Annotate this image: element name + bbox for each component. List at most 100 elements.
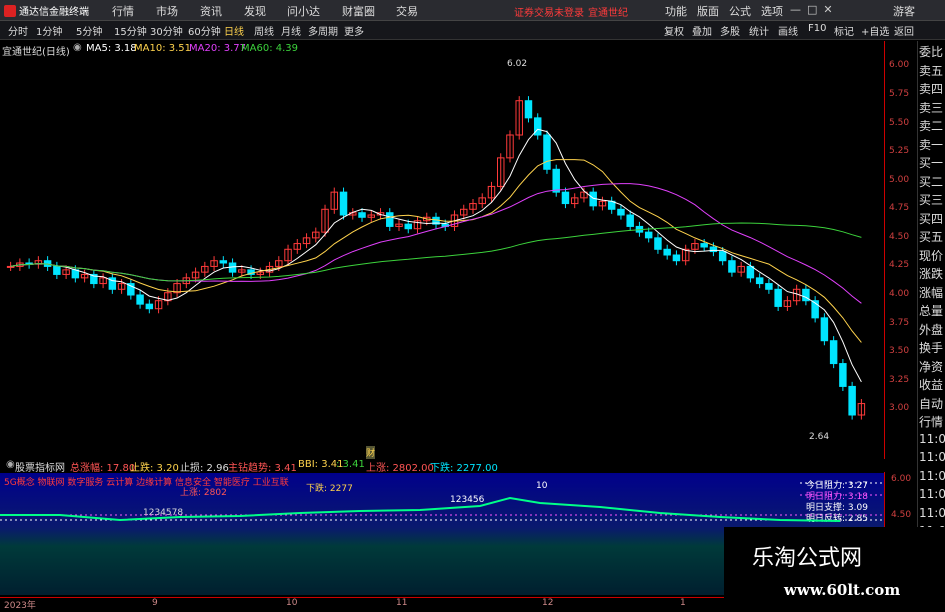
menu-item-行情[interactable]: 行情 — [112, 3, 134, 19]
sub-down: 下跌: 2277.00 — [430, 463, 498, 474]
quote-label[interactable]: 买三 — [919, 191, 943, 208]
quote-label[interactable]: 总量 — [919, 302, 943, 319]
menu-item-市场[interactable]: 市场 — [156, 3, 178, 19]
quote-label[interactable]: 买二 — [919, 173, 943, 190]
quote-label[interactable]: 自动 — [919, 395, 943, 412]
sub-menu-icon[interactable]: ◉ — [6, 459, 15, 470]
quote-label[interactable]: 涨幅 — [919, 284, 943, 301]
quote-label[interactable]: 11:0 — [919, 432, 945, 446]
sub-line — [0, 496, 841, 522]
menu-item-资讯[interactable]: 资讯 — [200, 3, 222, 19]
candle-body — [617, 208, 625, 216]
candle-body — [219, 260, 228, 264]
tool-button-多股[interactable]: 多股 — [720, 23, 740, 38]
quote-label[interactable]: 净资 — [919, 358, 943, 375]
menu-item-公式[interactable]: 公式 — [729, 3, 751, 19]
period-button-分时[interactable]: 分时 — [8, 23, 28, 38]
menu-item-版面[interactable]: 版面 — [697, 3, 719, 19]
indicator-info-line: 宜通世纪(日线) ◉ MA5: 3.18 MA10: 3.51 MA20: 3.… — [0, 41, 915, 58]
tool-button-统计[interactable]: 统计 — [749, 23, 769, 38]
close-icon[interactable]: ✕ — [823, 3, 832, 17]
period-button-日线[interactable]: 日线 — [224, 23, 244, 38]
tool-button-标记[interactable]: 标记 — [834, 23, 854, 38]
quote-label[interactable]: 卖三 — [919, 99, 943, 116]
minimize-icon[interactable]: — — [790, 3, 801, 17]
tool-button-F10[interactable]: F10 — [808, 23, 826, 34]
stock-link[interactable]: 宜通世纪 — [588, 4, 628, 19]
tool-button-叠加[interactable]: 叠加 — [692, 23, 712, 38]
sub-tick-600: 6.00 — [891, 474, 912, 484]
period-button-60分钟[interactable]: 60分钟 — [188, 23, 221, 38]
finance-marker[interactable]: 财 — [366, 446, 376, 459]
period-button-更多[interactable]: 更多 — [344, 23, 364, 38]
menu-item-财富圈[interactable]: 财富圈 — [342, 3, 375, 19]
ma-lines-group — [10, 128, 862, 383]
sub-indicator-bar: ◉ 股票指标网 总涨幅: 17.80 止跌: 3.20 止损: 2.96 主钻趋… — [0, 459, 917, 474]
candlestick-chart[interactable] — [0, 55, 886, 455]
quote-label[interactable]: 卖四 — [919, 80, 943, 97]
candle-body — [829, 340, 838, 365]
price-tick: 6.00 — [889, 60, 910, 71]
quote-label[interactable]: 卖二 — [919, 117, 943, 134]
axis-divider — [884, 41, 885, 597]
candle-body — [404, 223, 412, 230]
date-label: 1 — [680, 598, 686, 608]
price-tick: 4.25 — [889, 260, 910, 271]
maximize-icon[interactable]: □ — [807, 3, 817, 17]
period-button-多周期[interactable]: 多周期 — [308, 23, 338, 38]
quote-label[interactable]: 涨跌 — [919, 265, 943, 282]
candle-body — [524, 100, 533, 119]
settings-icon[interactable]: ◉ — [73, 42, 82, 53]
quote-label[interactable]: 换手 — [919, 339, 943, 356]
tool-button-复权[interactable]: 复权 — [664, 23, 684, 38]
date-label: 9 — [152, 598, 158, 608]
quote-label[interactable]: 委比 — [919, 43, 943, 60]
candle-body — [839, 363, 847, 387]
watermark-title: 乐淘公式网 — [752, 546, 863, 571]
sub-title[interactable]: 股票指标网 — [15, 459, 65, 474]
quote-label[interactable]: 买五 — [919, 228, 943, 245]
menu-item-发现[interactable]: 发现 — [244, 3, 266, 19]
quote-label[interactable]: 外盘 — [919, 321, 943, 338]
guest-label[interactable]: 游客 — [893, 3, 915, 19]
app-logo: 通达信金融终端 — [4, 3, 94, 18]
period-button-1分钟[interactable]: 1分钟 — [36, 23, 62, 38]
tool-button-画线[interactable]: 画线 — [778, 23, 798, 38]
quote-label[interactable]: 11:0 — [919, 506, 945, 520]
logo-icon — [4, 4, 16, 17]
quote-label[interactable]: 卖五 — [919, 62, 943, 79]
menu-item-交易[interactable]: 交易 — [396, 3, 418, 19]
period-button-周线[interactable]: 周线 — [254, 23, 274, 38]
login-warning[interactable]: 证券交易未登录 — [514, 4, 584, 19]
menu-item-选项[interactable]: 选项 — [761, 3, 783, 19]
candle-body — [561, 191, 570, 205]
sub-up: 上涨: 2802.00 — [366, 463, 434, 474]
ma20-line — [10, 183, 862, 304]
quote-label[interactable]: 卖一 — [919, 136, 943, 153]
tool-button-返回[interactable]: 返回 — [894, 23, 914, 38]
date-label: 10 — [286, 598, 298, 608]
quote-label[interactable]: 现价 — [919, 247, 943, 264]
date-label: 2023年 — [4, 601, 36, 611]
quote-label[interactable]: 11:0 — [919, 450, 945, 464]
candle-body — [654, 237, 662, 250]
period-button-5分钟[interactable]: 5分钟 — [76, 23, 102, 38]
period-button-月线[interactable]: 月线 — [281, 23, 301, 38]
candle-body — [820, 317, 829, 342]
candle-body — [358, 212, 366, 218]
period-button-15分钟[interactable]: 15分钟 — [114, 23, 147, 38]
candle-body — [339, 191, 348, 216]
quote-label[interactable]: 行情 — [919, 413, 943, 430]
quote-label[interactable]: 收益 — [919, 376, 943, 393]
quote-label[interactable]: 买四 — [919, 210, 943, 227]
tool-button-自选[interactable]: +自选 — [861, 23, 889, 38]
menu-item-功能[interactable]: 功能 — [665, 3, 687, 19]
quote-label[interactable]: 11:0 — [919, 487, 945, 501]
candle-body — [755, 277, 764, 285]
quote-label[interactable]: 买一 — [919, 154, 943, 171]
menu-item-问小达[interactable]: 问小达 — [287, 3, 320, 19]
quote-label[interactable]: 11:0 — [919, 469, 945, 483]
period-button-30分钟[interactable]: 30分钟 — [150, 23, 183, 38]
price-tick: 4.50 — [889, 231, 910, 242]
candle-body — [746, 265, 755, 279]
